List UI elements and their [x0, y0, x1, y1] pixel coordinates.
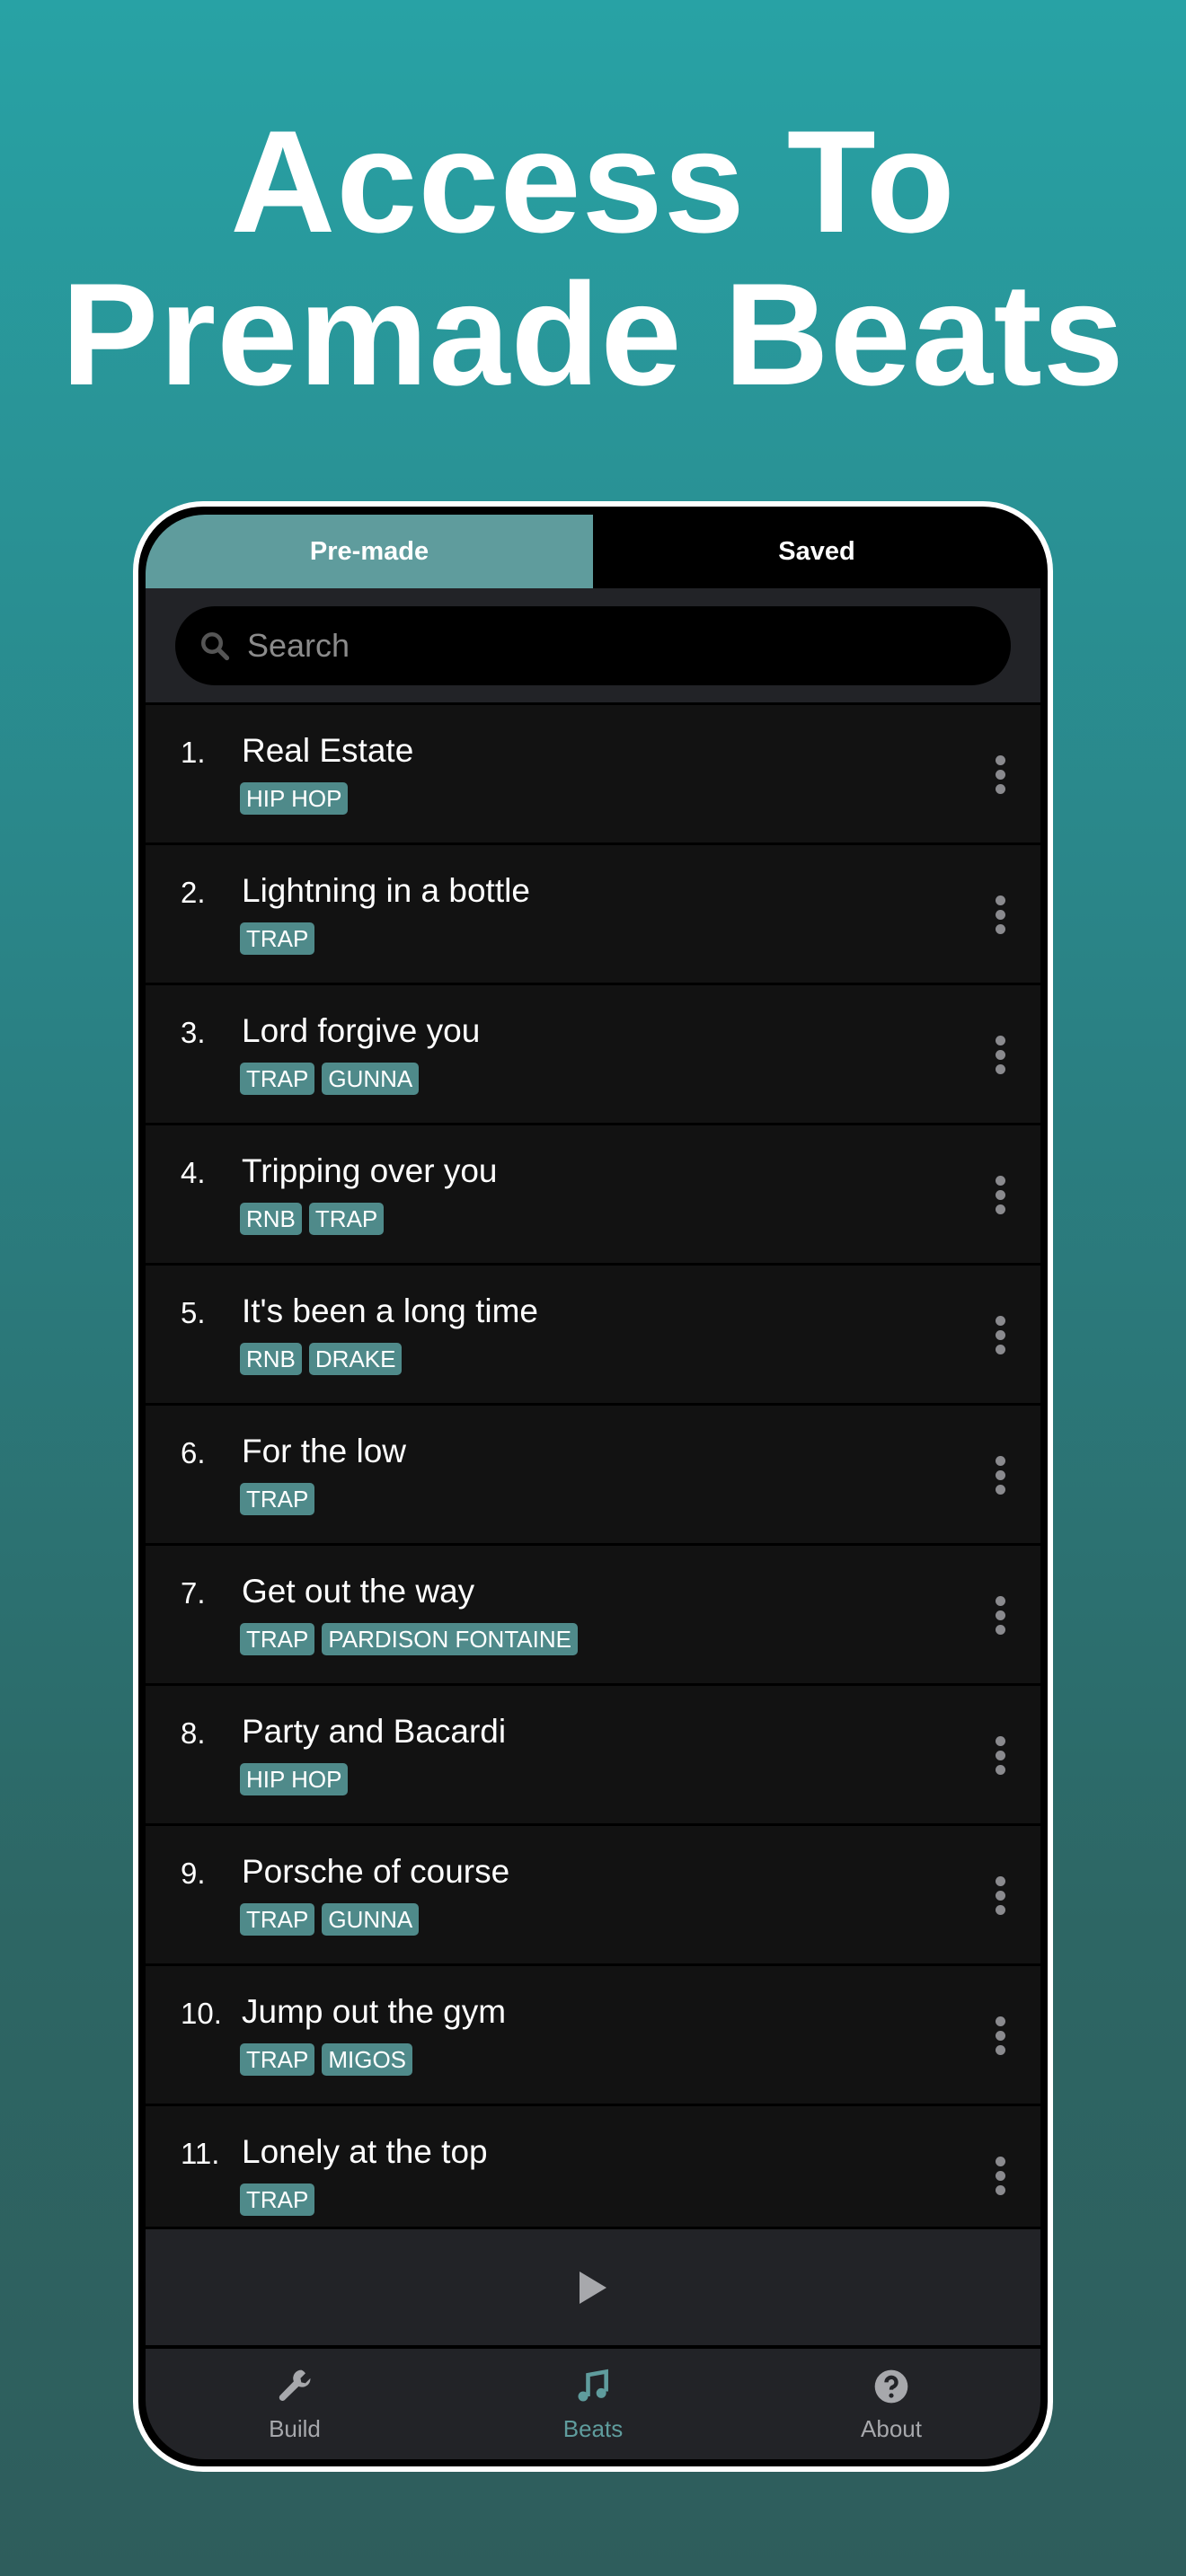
- question-circle-icon: [874, 2369, 908, 2404]
- play-icon[interactable]: [578, 2270, 608, 2306]
- genre-tag: HIP HOP: [240, 1763, 349, 1795]
- beat-number: 8.: [181, 1716, 206, 1750]
- nav-beats-label: Beats: [562, 2415, 624, 2442]
- player-bar: [146, 2227, 1040, 2345]
- genre-tag: TRAP: [240, 1903, 315, 1936]
- more-options-icon[interactable]: [996, 1176, 1006, 1214]
- genre-tag: RNB: [240, 1343, 302, 1375]
- tag-list: RNB TRAP: [240, 1203, 385, 1235]
- genre-tag: MIGOS: [322, 2043, 413, 2076]
- music-note-icon: [578, 2369, 608, 2402]
- beat-row[interactable]: 6. For the low TRAP: [146, 1403, 1040, 1543]
- genre-tag: GUNNA: [322, 1063, 420, 1095]
- beat-title: Lord forgive you: [242, 1012, 481, 1049]
- tag-list: TRAP: [240, 2183, 315, 2216]
- beat-row[interactable]: 4. Tripping over you RNB TRAP: [146, 1123, 1040, 1263]
- genre-tag: PARDISON FONTAINE: [322, 1623, 578, 1655]
- genre-tag: TRAP: [240, 922, 315, 955]
- genre-tag: TRAP: [240, 1623, 315, 1655]
- search-input[interactable]: [247, 627, 966, 665]
- more-options-icon[interactable]: [996, 895, 1006, 934]
- nav-beats[interactable]: Beats: [444, 2349, 742, 2459]
- tag-list: TRAP MIGOS: [240, 2043, 413, 2076]
- beat-list: 1. Real Estate HIP HOP 2. Lightning in a…: [146, 702, 1040, 2227]
- genre-tag: TRAP: [240, 2183, 315, 2216]
- beat-row[interactable]: 2. Lightning in a bottle TRAP: [146, 842, 1040, 983]
- tag-list: TRAP GUNNA: [240, 1903, 420, 1936]
- beat-title: Tripping over you: [242, 1152, 498, 1189]
- phone-frame: Pre-made Saved 1. Real Estate HIP HOP 2.…: [133, 501, 1053, 2472]
- beat-title: Party and Bacardi: [242, 1713, 507, 1750]
- headline-line-2: Premade Beats: [61, 253, 1125, 416]
- tag-list: TRAP PARDISON FONTAINE: [240, 1623, 578, 1655]
- genre-tag: TRAP: [308, 1203, 385, 1235]
- headline-line-1: Access To: [230, 101, 956, 263]
- app-screen: Pre-made Saved 1. Real Estate HIP HOP 2.…: [146, 515, 1040, 2459]
- beat-title: Porsche of course: [242, 1853, 510, 1890]
- beat-number: 2.: [181, 876, 206, 909]
- beat-row[interactable]: 9. Porsche of course TRAP GUNNA: [146, 1823, 1040, 1963]
- tag-list: RNB DRAKE: [240, 1343, 403, 1375]
- wrench-icon: [279, 2369, 311, 2401]
- beat-number: 3.: [181, 1016, 206, 1049]
- more-options-icon[interactable]: [996, 1036, 1006, 1074]
- beat-title: It's been a long time: [242, 1292, 538, 1329]
- genre-tag: GUNNA: [322, 1903, 420, 1936]
- genre-tag: TRAP: [240, 1483, 315, 1515]
- beat-title: Jump out the gym: [242, 1993, 507, 2030]
- search-field[interactable]: [175, 606, 1011, 685]
- beat-number: 6.: [181, 1436, 206, 1469]
- beat-row[interactable]: 7. Get out the way TRAP PARDISON FONTAINE: [146, 1543, 1040, 1683]
- more-options-icon[interactable]: [996, 755, 1006, 794]
- genre-tag: DRAKE: [308, 1343, 403, 1375]
- tag-list: HIP HOP: [240, 1763, 349, 1795]
- more-options-icon[interactable]: [996, 2016, 1006, 2055]
- tab-bar: Pre-made Saved: [146, 515, 1040, 588]
- more-options-icon[interactable]: [996, 1316, 1006, 1354]
- tag-list: HIP HOP: [240, 782, 349, 815]
- genre-tag: RNB: [240, 1203, 302, 1235]
- nav-build-label: Build: [269, 2415, 321, 2442]
- genre-tag: HIP HOP: [240, 782, 349, 815]
- genre-tag: TRAP: [240, 1063, 315, 1095]
- tag-list: TRAP: [240, 1483, 315, 1515]
- tag-list: TRAP GUNNA: [240, 1063, 420, 1095]
- beat-row[interactable]: 3. Lord forgive you TRAP GUNNA: [146, 983, 1040, 1123]
- search-icon: [201, 632, 230, 661]
- beat-row[interactable]: 10. Jump out the gym TRAP MIGOS: [146, 1963, 1040, 2104]
- more-options-icon[interactable]: [996, 1736, 1006, 1775]
- search-bar: [146, 588, 1040, 702]
- beat-row[interactable]: 8. Party and Bacardi HIP HOP: [146, 1683, 1040, 1823]
- beat-row[interactable]: 5. It's been a long time RNB DRAKE: [146, 1263, 1040, 1403]
- more-options-icon[interactable]: [996, 1876, 1006, 1915]
- tab-saved[interactable]: Saved: [593, 515, 1040, 588]
- beat-row[interactable]: 1. Real Estate HIP HOP: [146, 702, 1040, 842]
- nav-build[interactable]: Build: [146, 2349, 444, 2459]
- more-options-icon[interactable]: [996, 2157, 1006, 2195]
- beat-number: 4.: [181, 1156, 206, 1189]
- beat-number: 5.: [181, 1296, 206, 1329]
- beat-number: 1.: [181, 736, 206, 769]
- beat-row[interactable]: 11. Lonely at the top TRAP: [146, 2104, 1040, 2227]
- beat-title: For the low: [242, 1433, 407, 1469]
- beat-number: 7.: [181, 1576, 206, 1610]
- beat-title: Lonely at the top: [242, 2133, 488, 2170]
- beat-number: 11.: [181, 2137, 220, 2170]
- beat-title: Real Estate: [242, 732, 414, 769]
- beat-number: 9.: [181, 1857, 206, 1890]
- headline: Access To Premade Beats: [0, 106, 1186, 411]
- genre-tag: TRAP: [240, 2043, 315, 2076]
- nav-about[interactable]: About: [742, 2349, 1040, 2459]
- more-options-icon[interactable]: [996, 1456, 1006, 1495]
- nav-about-label: About: [861, 2415, 922, 2442]
- more-options-icon[interactable]: [996, 1596, 1006, 1635]
- tag-list: TRAP: [240, 922, 315, 955]
- beat-title: Get out the way: [242, 1573, 475, 1610]
- bottom-nav: Build Beats About: [146, 2345, 1040, 2459]
- beat-number: 10.: [181, 1997, 222, 2030]
- tab-pre-made[interactable]: Pre-made: [146, 515, 593, 588]
- beat-title: Lightning in a bottle: [242, 872, 530, 909]
